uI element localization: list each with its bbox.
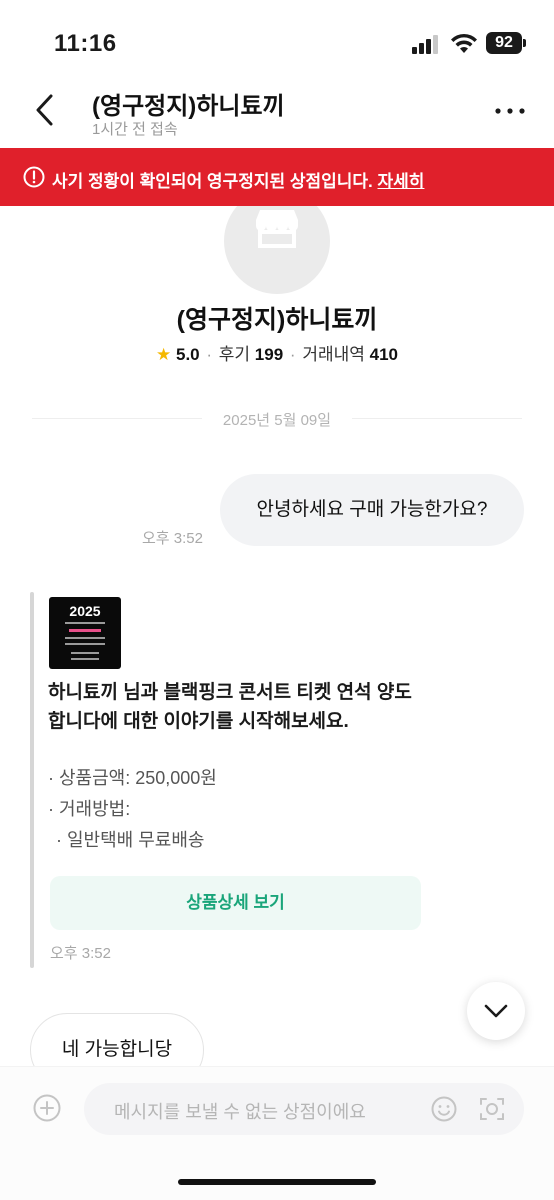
status-bar: 11:16 92: [0, 0, 554, 80]
separator: ·: [206, 345, 213, 364]
back-arrow-icon[interactable]: [28, 92, 64, 128]
chat-header: (영구정지)하니툐끼 1시간 전 접속: [0, 80, 554, 148]
thumbnail-text-line: [71, 652, 99, 654]
trade-method-value: · 일반택배 무료배송: [56, 830, 205, 850]
trades-label: 거래내역: [302, 345, 365, 364]
divider-line: [352, 418, 522, 419]
more-options-icon[interactable]: [490, 96, 530, 126]
star-icon: ★: [156, 345, 172, 364]
reviews-label: 후기: [218, 345, 251, 364]
add-attachment-icon[interactable]: [32, 1093, 62, 1123]
view-product-button[interactable]: 상품상세 보기: [50, 876, 421, 930]
trade-method-label: · 거래방법:: [48, 799, 131, 819]
product-card: 2025 하니툐끼 님과 블랙핑크 콘서트 티켓 연석 양도 합니다에 대한 이…: [30, 592, 430, 968]
banner-text: 사기 정황이 확인되어 영구정지된 상점입니다.: [52, 172, 373, 191]
store-name: (영구정지)하니툐끼: [176, 306, 378, 334]
chevron-down-icon: [484, 1004, 508, 1018]
scroll-to-bottom-button[interactable]: [467, 982, 525, 1040]
alert-circle-icon: [23, 166, 45, 188]
thumbnail-text-line: [69, 629, 101, 632]
thumbnail-title: 2025: [69, 603, 101, 619]
thumbnail-text-line: [65, 643, 105, 645]
product-thumbnail[interactable]: 2025: [49, 597, 121, 669]
trades-count: 410: [369, 345, 398, 364]
cellular-signal-icon: [412, 35, 438, 54]
input-placeholder: 메시지를 보낼 수 없는 상점이에요: [114, 1102, 366, 1122]
last-seen-label: 1시간 전 접속: [92, 121, 178, 138]
store-stats: ★ 5.0 · 후기 199 · 거래내역 410: [0, 340, 554, 365]
suspension-banner: 사기 정황이 확인되어 영구정지된 상점입니다. 자세히: [0, 148, 554, 206]
thumbnail-text-line: [71, 658, 99, 660]
status-time: 11:16: [54, 30, 117, 57]
separator: ·: [289, 345, 296, 364]
product-price: · 상품금액: 250,000원: [48, 768, 217, 788]
battery-indicator: 92: [486, 32, 522, 54]
banner-message: 사기 정황이 확인되어 영구정지된 상점입니다. 자세히: [52, 167, 424, 192]
wifi-icon: [451, 33, 477, 53]
card-accent-bar: [30, 592, 34, 968]
date-label: 2025년 5월 09일: [222, 412, 332, 429]
header-title: (영구정지)하니툐끼: [92, 93, 285, 120]
outgoing-message[interactable]: 안녕하세요 구매 가능한가요?: [220, 474, 524, 546]
product-card-heading: 하니툐끼 님과 블랙핑크 콘서트 티켓 연석 양도 합니다에 대한 이야기를 시…: [48, 678, 433, 736]
heading-line: 합니다에 대한 이야기를 시작해보세요.: [48, 711, 349, 732]
message-input[interactable]: 메시지를 보낼 수 없는 상점이에요: [84, 1083, 524, 1135]
emoji-icon[interactable]: [430, 1095, 458, 1123]
banner-details-link[interactable]: 자세히: [378, 172, 425, 191]
thumbnail-text-line: [65, 622, 105, 624]
battery-tip: [523, 39, 526, 47]
heading-line: 하니툐끼 님과 블랙핑크 콘서트 티켓 연석 양도: [48, 682, 412, 703]
home-indicator: [178, 1179, 376, 1185]
rating-value: 5.0: [176, 345, 200, 364]
message-time: 오후 3:52: [142, 530, 203, 547]
camera-scan-icon[interactable]: [478, 1095, 506, 1123]
message-time: 오후 3:52: [50, 945, 111, 962]
thumbnail-text-line: [65, 637, 105, 639]
reviews-count: 199: [254, 345, 284, 364]
date-divider: 2025년 5월 09일: [32, 408, 522, 429]
